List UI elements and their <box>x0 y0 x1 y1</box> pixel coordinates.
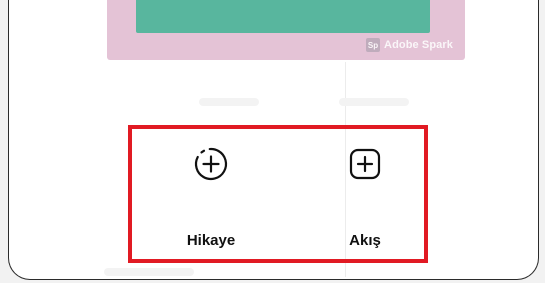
dashed-circle-plus-icon <box>194 147 228 181</box>
feed-label: Akış <box>349 232 381 249</box>
square-plus-icon <box>349 148 381 180</box>
device-frame: Sp Adobe Spark Hikaye Akış <box>8 0 539 280</box>
feed-option-button[interactable]: Akış <box>305 129 425 259</box>
faint-background-text <box>199 98 259 106</box>
post-preview-image: Sp Adobe Spark <box>107 0 465 60</box>
adobe-spark-logo-icon: Sp <box>366 38 381 52</box>
watermark-text: Adobe Spark <box>384 39 453 51</box>
share-options-highlight: Hikaye Akış <box>128 125 428 263</box>
faint-background-text <box>339 98 409 106</box>
watermark: Sp Adobe Spark <box>366 38 453 52</box>
story-label: Hikaye <box>186 232 236 249</box>
faint-background-text <box>104 268 194 276</box>
story-option-button[interactable]: Hikaye <box>151 129 271 259</box>
post-preview-content <box>136 0 430 33</box>
